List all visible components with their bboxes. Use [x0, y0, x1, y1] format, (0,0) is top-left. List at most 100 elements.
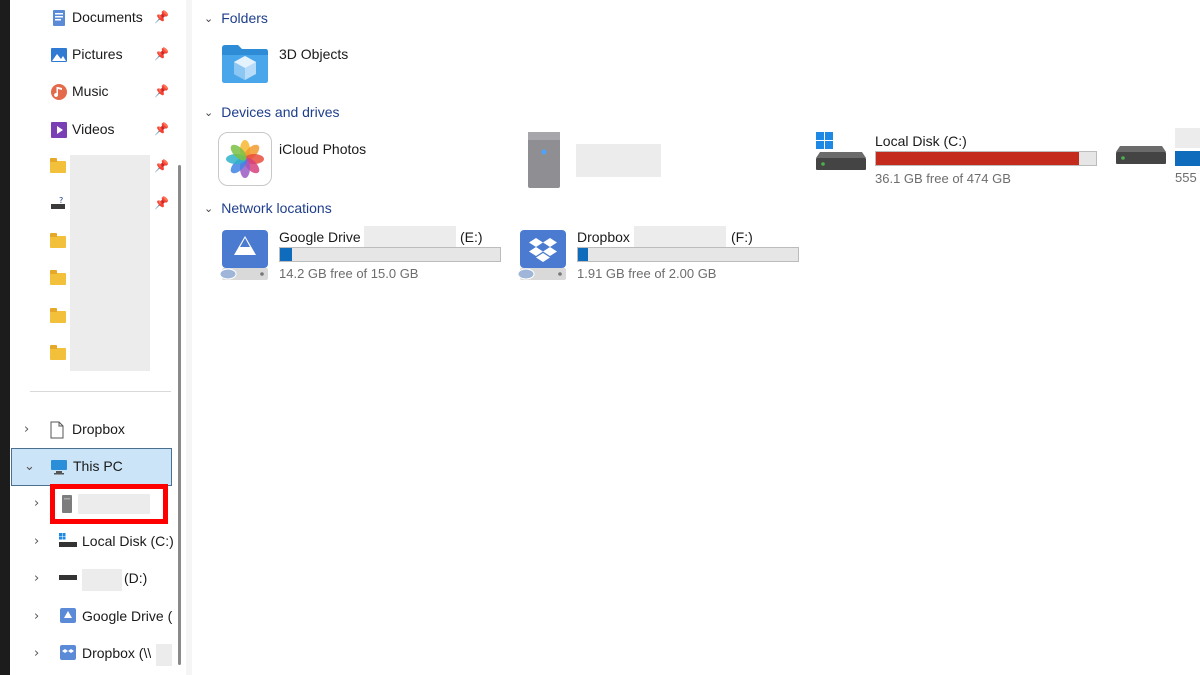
tree-item-label: Google Drive ( — [82, 608, 173, 624]
scrollbar-thumb[interactable] — [178, 165, 181, 665]
disk-free-text: 36.1 GB free of 474 GB — [875, 171, 1011, 186]
google-drive-icon — [219, 230, 268, 280]
folder-icon — [50, 345, 66, 360]
device-tile-icloud-photos[interactable]: iCloud Photos — [218, 132, 418, 188]
drive-icon — [59, 575, 77, 580]
tree-item-dropbox-network[interactable]: › Dropbox (\\ — [10, 636, 176, 672]
folder-icon — [50, 308, 66, 323]
disk-free-text: 14.2 GB free of 15.0 GB — [279, 266, 419, 281]
folder-icon — [50, 270, 66, 285]
tree-item-d-drive[interactable]: › (D:) — [10, 561, 176, 597]
group-title: Network locations — [221, 200, 332, 216]
chevron-down-icon[interactable]: ⌄ — [204, 12, 213, 25]
tree-item-dropbox[interactable]: › Dropbox — [10, 412, 176, 448]
disk-usage-bar — [875, 151, 1097, 166]
tile-label: Local Disk (C:) — [875, 133, 967, 149]
icloud-photos-icon — [218, 132, 272, 186]
tree-item-local-disk-c[interactable]: › Local Disk (C:) — [10, 524, 176, 560]
tile-label: 3D Objects — [279, 46, 349, 62]
tree-item-label: Dropbox (\\ — [82, 645, 152, 661]
disk-free-text: 555 — [1175, 170, 1197, 185]
network-tile-dropbox[interactable]: Dropbox (F:) 1.91 GB free of 2.00 GB — [516, 226, 806, 284]
redacted-block — [82, 569, 122, 591]
nav-item-label: Pictures — [72, 46, 123, 62]
tree-item-label: This PC — [73, 458, 123, 474]
chevron-right-icon[interactable]: › — [24, 422, 29, 437]
nav-item-label: Music — [72, 83, 109, 99]
windows-drive-icon — [59, 533, 77, 547]
chevron-down-icon[interactable]: ⌄ — [204, 202, 213, 215]
network-tile-google-drive[interactable]: Google Drive (E:) 14.2 GB free of 15.0 G… — [218, 226, 508, 284]
disk-usage-bar — [577, 247, 799, 262]
chevron-right-icon[interactable]: › — [34, 609, 39, 624]
pin-icon: 📌 — [154, 10, 169, 24]
tree-item-this-pc[interactable]: ⌄ This PC — [11, 448, 172, 486]
group-header-folders[interactable]: ⌄ Folders — [204, 10, 268, 26]
redacted-block — [364, 226, 456, 248]
svg-text:?: ? — [59, 196, 63, 205]
google-drive-icon — [60, 608, 76, 623]
nav-item-label: Documents — [72, 9, 143, 25]
disk-usage-fill — [1175, 151, 1200, 166]
videos-icon — [51, 122, 67, 138]
chevron-right-icon[interactable]: › — [34, 496, 39, 511]
chevron-right-icon[interactable]: › — [34, 534, 39, 549]
tree-item-label: Dropbox — [72, 421, 125, 437]
device-tile-partial-drive[interactable]: 555 — [1114, 128, 1200, 190]
nav-scrollbar[interactable] — [177, 165, 182, 675]
computer-icon — [51, 460, 67, 475]
group-title: Devices and drives — [221, 104, 340, 120]
folder-icon — [50, 233, 66, 248]
nav-item-documents[interactable]: Documents 📌 — [10, 0, 176, 36]
redacted-block — [70, 155, 150, 371]
window-left-edge — [0, 0, 10, 675]
network-drive-icon: ? — [51, 196, 65, 209]
pin-icon: 📌 — [154, 159, 169, 173]
highlight-box — [50, 484, 168, 524]
nav-item-pictures[interactable]: Pictures 📌 — [10, 37, 176, 73]
tree-item-google-drive[interactable]: › Google Drive ( — [10, 599, 176, 635]
disk-usage-fill — [876, 152, 1080, 165]
device-tile-local-disk-c[interactable]: Local Disk (C:) 36.1 GB free of 474 GB — [814, 130, 1104, 190]
tree-item-label: Local Disk (C:) — [82, 533, 174, 549]
redacted-block — [634, 226, 726, 248]
dropbox-drive-icon — [60, 645, 76, 660]
windows-drive-icon — [816, 132, 866, 170]
disk-usage-fill — [578, 248, 588, 261]
chevron-right-icon[interactable]: › — [34, 646, 39, 661]
chevron-down-icon[interactable]: ⌄ — [24, 459, 35, 474]
nav-item-music[interactable]: Music 📌 — [10, 74, 176, 110]
disk-free-text: 1.91 GB free of 2.00 GB — [577, 266, 717, 281]
content-pane: ⌄ Folders 3D Objects ⌄ Devices and drive… — [192, 0, 1200, 675]
redacted-block — [1175, 128, 1200, 148]
disk-usage-fill — [280, 248, 292, 261]
chevron-right-icon[interactable]: › — [34, 571, 39, 586]
group-title: Folders — [221, 10, 268, 26]
pin-icon: 📌 — [154, 47, 169, 61]
drive-letter: (E:) — [460, 229, 483, 245]
folder-tile-3d-objects[interactable]: 3D Objects — [218, 40, 398, 88]
drive-icon — [1116, 146, 1166, 164]
group-header-devices[interactable]: ⌄ Devices and drives — [204, 104, 340, 120]
pin-icon: 📌 — [154, 84, 169, 98]
pin-icon: 📌 — [154, 196, 169, 210]
drive-letter: (F:) — [731, 229, 753, 245]
tile-label: Google Drive — [279, 229, 361, 245]
document-icon — [50, 421, 64, 439]
tile-label: Dropbox — [577, 229, 630, 245]
folder-icon — [50, 158, 66, 173]
chevron-down-icon[interactable]: ⌄ — [204, 106, 213, 119]
server-drive-icon — [528, 132, 560, 188]
redacted-block — [576, 144, 661, 177]
tile-label: iCloud Photos — [279, 141, 367, 157]
documents-icon — [53, 10, 65, 26]
nav-item-videos[interactable]: Videos 📌 — [10, 112, 176, 148]
nav-item-label: Videos — [72, 121, 115, 137]
disk-usage-bar — [279, 247, 501, 262]
music-icon — [51, 84, 67, 100]
3d-objects-folder-icon — [222, 45, 268, 83]
navigation-pane: Documents 📌 Pictures 📌 Music 📌 Videos 📌 … — [10, 0, 186, 675]
group-header-network[interactable]: ⌄ Network locations — [204, 200, 332, 216]
device-tile-redacted-server[interactable] — [524, 130, 674, 190]
nav-divider — [30, 391, 171, 392]
